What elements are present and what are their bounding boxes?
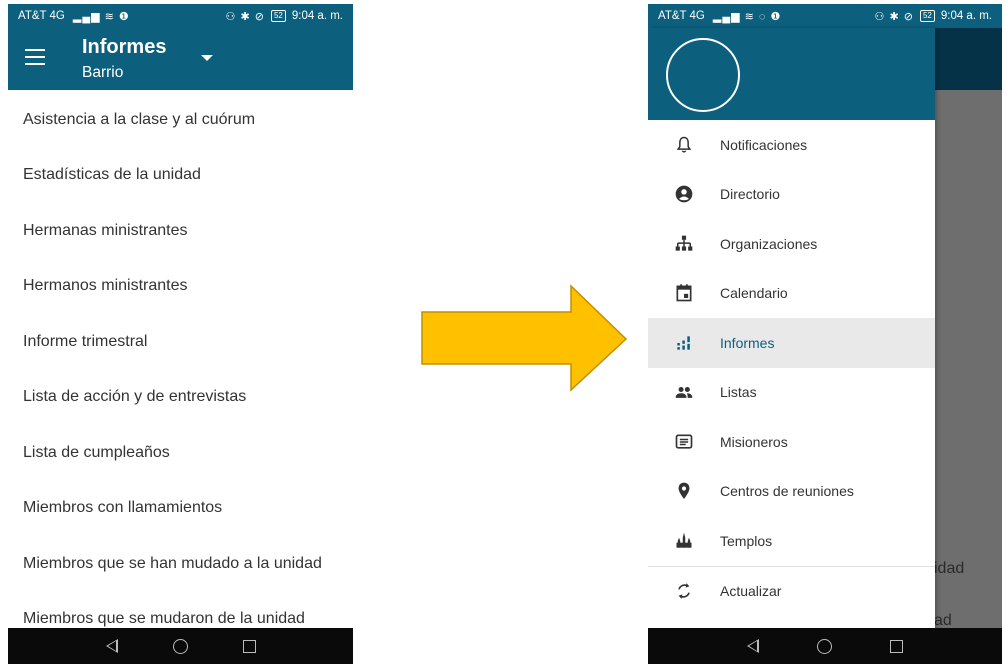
carrier-label: AT&T 4G [658,10,705,22]
org-chart-icon [648,234,720,254]
clock: 9:04 a. m. [940,10,992,22]
page-title: Informes [82,36,167,58]
report-item[interactable]: Miembros que se han mudado a la unidad [8,534,353,590]
menu-item-label: Notificaciones [720,136,808,153]
chevron-down-icon[interactable] [201,55,213,61]
report-item[interactable]: Hermanas ministrantes [8,201,353,257]
system-nav-bar [8,628,353,664]
people-icon [648,382,720,402]
drawer-menu: Notificaciones Directorio Organizaciones [648,120,935,616]
screenshot-stage: AT&T 4G ▂▄▆ ≋ ❶ ⚇ ✱ ⊘ 52 9:04 a. m. Info… [0,0,1007,664]
location-pin-icon [648,481,720,501]
carrier-label: AT&T 4G [18,10,65,22]
report-item[interactable]: Informe trimestral [8,312,353,368]
report-item[interactable]: Miembros que se mudaron de la unidad [8,590,353,629]
calendar-icon [648,283,720,303]
menu-item-templos[interactable]: Templos [648,516,935,566]
status-bar: AT&T 4G ▂▄▆ ≋ ◌ ❶ ⚇ ✱ ⊘ 52 9:04 a. m. [648,4,1002,28]
menu-item-calendario[interactable]: Calendario [648,269,935,319]
status-bar: AT&T 4G ▂▄▆ ≋ ❶ ⚇ ✱ ⊘ 52 9:04 a. m. [8,4,353,28]
report-item[interactable]: Miembros con llamamientos [8,479,353,535]
menu-item-label: Listas [720,384,757,401]
menu-item-organizaciones[interactable]: Organizaciones [648,219,935,269]
menu-item-label: Actualizar [720,583,782,600]
avatar[interactable] [666,38,740,112]
home-icon[interactable] [172,638,188,654]
back-icon[interactable] [747,639,759,653]
person-circle-icon [648,184,720,204]
menu-item-label: Informes [720,334,775,351]
report-item[interactable]: Hermanos ministrantes [8,257,353,313]
menu-item-notificaciones[interactable]: Notificaciones [648,120,935,170]
unit-selector[interactable]: Barrio [82,64,123,82]
menu-item-label: Centros de reuniones [720,483,854,500]
recents-icon[interactable] [242,639,256,653]
refresh-icon [648,581,720,601]
report-item[interactable]: Lista de acción y de entrevistas [8,368,353,424]
menu-item-label: Misioneros [720,433,788,450]
battery-icon: 52 [270,10,286,22]
menu-icon[interactable] [25,49,45,65]
status-icons: ⚇ ✱ ⊘ [874,10,914,23]
temple-icon [648,531,720,551]
battery-icon: 52 [919,10,935,22]
phone-navigation-drawer: AT&T 4G ▂▄▆ ≋ ◌ ❶ ⚇ ✱ ⊘ 52 9:04 a. m. id… [648,4,1002,664]
clock: 9:04 a. m. [291,10,343,22]
menu-item-centros-de-reuniones[interactable]: Centros de reuniones [648,467,935,517]
dimmed-text-fragment: idad [934,560,965,577]
report-item[interactable]: Estadísticas de la unidad [8,146,353,202]
menu-item-label: Calendario [720,285,788,302]
transition-arrow [421,284,628,392]
menu-item-informes[interactable]: Informes [648,318,935,368]
home-icon[interactable] [817,638,832,654]
message-icon [648,432,720,452]
system-nav-bar [648,628,1002,664]
drawer-header [648,28,935,120]
report-list: Asistencia a la clase y al cuórum Estadí… [8,90,353,628]
status-icons: ⚇ ✱ ⊘ [225,10,265,23]
bell-icon [648,135,720,155]
back-icon[interactable] [105,639,118,653]
menu-item-listas[interactable]: Listas [648,368,935,418]
recents-icon[interactable] [890,639,903,653]
signal-wifi-icon: ▂▄▆ ≋ ❶ [72,10,130,23]
app-bar: Informes Barrio [8,28,353,90]
menu-item-label: Templos [720,532,773,549]
phone-reports-screen: AT&T 4G ▂▄▆ ≋ ❶ ⚇ ✱ ⊘ 52 9:04 a. m. Info… [8,4,353,664]
menu-item-label: Organizaciones [720,235,818,252]
navigation-drawer: Notificaciones Directorio Organizaciones [648,28,935,628]
menu-item-directorio[interactable]: Directorio [648,170,935,220]
menu-item-label: Directorio [720,186,780,203]
report-item[interactable]: Lista de cumpleaños [8,423,353,479]
bar-chart-icon [648,333,720,353]
menu-item-misioneros[interactable]: Misioneros [648,417,935,467]
report-item[interactable]: Asistencia a la clase y al cuórum [8,90,353,146]
menu-item-actualizar[interactable]: Actualizar [648,567,935,617]
signal-wifi-icon: ▂▄▆ ≋ ◌ ❶ [712,10,782,23]
